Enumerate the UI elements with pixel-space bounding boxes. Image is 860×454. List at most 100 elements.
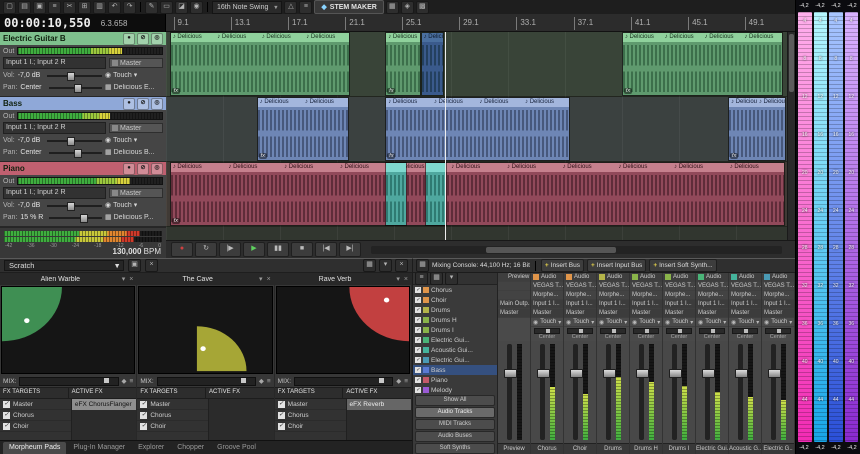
automation-mode[interactable]: ◉ Touch ▾ <box>564 318 596 327</box>
audio-event[interactable]: ♪ Delicious <box>421 32 445 96</box>
mixer-track-list-item[interactable]: ✓ Piano <box>413 375 497 385</box>
event-waveform[interactable]: fx <box>258 107 349 160</box>
volume-slider[interactable] <box>47 136 102 145</box>
event-header[interactable]: ♪ Delicious♪ Delicious <box>258 98 349 107</box>
chevron-down-icon[interactable]: ▾ <box>379 259 392 272</box>
output-routing[interactable]: Master <box>663 309 695 318</box>
go-to-end-button[interactable]: ▶| <box>339 242 361 257</box>
strip-name[interactable]: Choir <box>564 443 596 454</box>
timecode-value[interactable]: 00:00:10,550 <box>4 16 91 30</box>
audio-event[interactable]: ♪ Delicious♪ Delicious♪ Delicious♪ Delic… <box>385 97 569 161</box>
fx-target[interactable]: ✓ Master <box>137 399 208 410</box>
fx-target[interactable]: ✓ Chorus <box>275 410 346 421</box>
input-routing[interactable]: Input 1 I... <box>729 300 761 309</box>
mixer-filter-button[interactable]: MIDI Tracks <box>415 419 495 430</box>
insert-button[interactable]: + Insert Input Bus <box>587 259 646 272</box>
fader-thumb[interactable] <box>603 369 616 378</box>
menu-icon[interactable]: ≡ <box>404 378 408 385</box>
synth-device-button[interactable]: ▦ Delicious E... <box>105 83 163 91</box>
fader-thumb[interactable] <box>504 369 517 378</box>
copy-icon[interactable]: ⊞ <box>78 1 91 14</box>
play-from-start-button[interactable]: |▶ <box>219 242 241 257</box>
fx-slot-1[interactable]: VEGAS T... <box>597 282 629 291</box>
fx-slot-1[interactable] <box>498 282 530 291</box>
close-icon[interactable]: × <box>129 276 133 283</box>
mixer-filter-button[interactable]: Audio Tracks <box>415 407 495 418</box>
xy-pad[interactable] <box>276 286 410 374</box>
monitor-icon[interactable]: ▦ <box>430 273 443 285</box>
event-waveform[interactable]: fx <box>623 42 782 95</box>
event-waveform[interactable]: fx <box>171 42 349 95</box>
preset-select[interactable]: Scratch ▾ <box>4 260 124 271</box>
channel-fader[interactable] <box>663 341 695 443</box>
checkbox[interactable]: ✓ <box>415 367 421 373</box>
pan-value[interactable]: 15 % R <box>20 214 46 221</box>
mute-button[interactable]: ⊘ <box>137 33 149 45</box>
grid-icon[interactable]: ▦ <box>363 259 376 272</box>
checkbox[interactable]: ✓ <box>3 423 10 430</box>
pan-slider[interactable] <box>534 328 560 334</box>
fx-target[interactable]: ✓ Chorus <box>0 410 71 421</box>
automation-mode[interactable]: ◉ Touch ▾ <box>531 318 563 327</box>
fx-target[interactable]: ✓ Master <box>0 399 71 410</box>
input-routing[interactable]: Input 1 I.; Input 2 R <box>3 57 106 69</box>
strip-name[interactable]: Drums <box>597 443 629 454</box>
audio-event[interactable]: ♪ Delicious♪ Delicious♪ Delicious♪ Delic… <box>622 32 783 96</box>
fx-slot-1[interactable]: VEGAS T... <box>630 282 662 291</box>
input-routing[interactable]: Main Outp... <box>498 300 530 309</box>
strip-name[interactable]: Drums H <box>630 443 662 454</box>
automation-mode[interactable]: ◉ Touch ▾ <box>762 318 794 327</box>
chevron-down-icon[interactable]: ▾ <box>122 275 126 283</box>
strip-name[interactable]: Drums I <box>663 443 695 454</box>
mixer-track-list-item[interactable]: ✓ Electric Gui... <box>413 335 497 345</box>
event-waveform[interactable]: fx <box>386 42 419 95</box>
fader-track[interactable] <box>507 344 512 440</box>
fx-slot-1[interactable]: VEGAS T... <box>564 282 596 291</box>
arm-record-button[interactable]: ● <box>123 98 135 110</box>
arm-record-button[interactable]: ● <box>123 33 135 45</box>
input-routing[interactable]: Input 1 I.; Input 2 R <box>3 187 106 199</box>
fx-slot-2[interactable]: Morphe... <box>663 291 695 300</box>
chevron-down-icon[interactable]: ▾ <box>396 275 400 283</box>
output-routing[interactable]: Master <box>498 309 530 318</box>
input-routing[interactable]: Input 1 I... <box>597 300 629 309</box>
output-routing[interactable]: Master <box>696 309 728 318</box>
checkbox[interactable]: ✓ <box>140 401 147 408</box>
fx-slot-2[interactable]: Morphe... <box>729 291 761 300</box>
output-routing[interactable]: Master <box>762 309 794 318</box>
fx-slot-2[interactable]: Morphe... <box>630 291 662 300</box>
loop-button[interactable]: ↻ <box>195 242 217 257</box>
fx-slot-2[interactable]: Morphe... <box>564 291 596 300</box>
channel-settings-icon[interactable]: ≡ <box>415 273 428 285</box>
metronome-icon[interactable]: △ <box>284 1 297 14</box>
checkbox[interactable]: ✓ <box>415 357 421 363</box>
channel-fader[interactable] <box>630 341 662 443</box>
mixer-track-list-item[interactable]: ✓ Acoustic Gui... <box>413 345 497 355</box>
bpm-display[interactable]: 130,000 BPM <box>113 247 162 256</box>
checkbox[interactable]: ✓ <box>278 401 285 408</box>
pan-value[interactable]: Center <box>20 149 46 156</box>
meter-readout[interactable]: -4,2 <box>796 445 812 451</box>
menu-icon[interactable]: ≡ <box>130 378 134 385</box>
pan-slider[interactable] <box>633 328 659 334</box>
mixer-filter-button[interactable]: Show All <box>415 395 495 406</box>
event-fx-badge[interactable]: fx <box>624 88 632 94</box>
close-icon[interactable]: × <box>395 259 408 272</box>
go-to-start-button[interactable]: |◀ <box>315 242 337 257</box>
mute-button[interactable]: ⊘ <box>137 163 149 175</box>
pan-slider[interactable] <box>49 213 102 222</box>
volume-value[interactable]: -7,0 dB <box>18 72 44 79</box>
fader-track[interactable] <box>771 344 776 440</box>
cut-icon[interactable]: ✂ <box>63 1 76 14</box>
checkbox[interactable]: ✓ <box>415 347 421 353</box>
event-header[interactable]: ♪ Delicious♪ Delicious♪ Delicious♪ Delic… <box>171 33 349 42</box>
event-waveform[interactable]: fx <box>386 107 568 160</box>
checkbox[interactable]: ✓ <box>415 287 421 293</box>
fader-thumb[interactable] <box>537 369 550 378</box>
track-name[interactable]: Piano <box>3 164 121 173</box>
checkbox[interactable]: ✓ <box>278 412 285 419</box>
fx-slot-1[interactable]: VEGAS T... <box>729 282 761 291</box>
dock-tab[interactable]: Plug-In Manager <box>67 442 131 454</box>
pan-slider[interactable] <box>49 148 102 157</box>
volume-slider[interactable] <box>47 201 102 210</box>
